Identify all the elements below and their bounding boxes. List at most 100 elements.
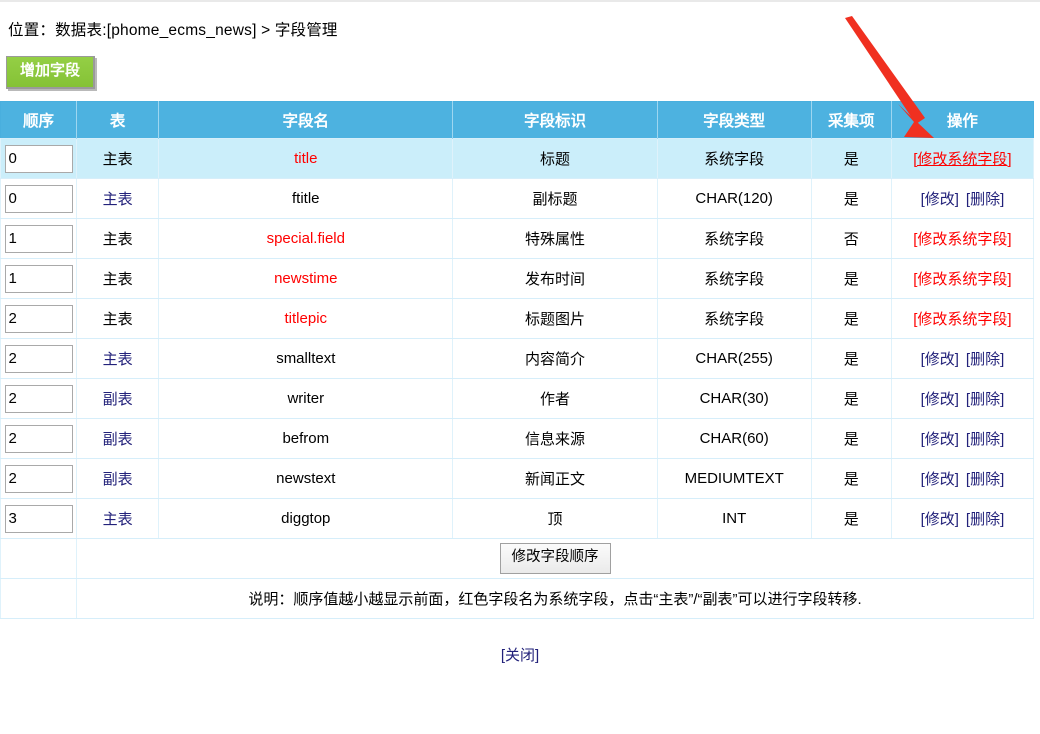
cell-operation: [修改系统字段] xyxy=(890,298,1035,339)
order-button-row: 修改字段顺序 xyxy=(0,538,1034,579)
delete-field-link[interactable]: [删除] xyxy=(966,191,1004,208)
edit-field-link[interactable]: [修改] xyxy=(921,471,959,488)
column-header-operation: 操作 xyxy=(890,101,1034,139)
cell-field-name: writer xyxy=(158,378,454,419)
column-header-field-type: 字段类型 xyxy=(656,101,812,139)
cell-field-type: CHAR(120) xyxy=(656,178,812,219)
table-transfer-link[interactable]: 副表 xyxy=(103,391,133,408)
cell-operation: [修改] [删除] xyxy=(890,458,1035,499)
cell-field-name: befrom xyxy=(158,418,454,459)
add-field-button[interactable]: 增加字段 xyxy=(6,56,96,89)
cell-field-name: titlepic xyxy=(158,298,454,339)
table-name-text: 主表 xyxy=(102,231,133,248)
table-transfer-link[interactable]: 主表 xyxy=(103,511,133,528)
cell-field-type: INT xyxy=(656,498,812,539)
cell-collect: 是 xyxy=(810,298,892,339)
delete-field-link[interactable]: [删除] xyxy=(966,351,1004,368)
field-order-input[interactable] xyxy=(4,184,73,213)
table-transfer-link[interactable]: 主表 xyxy=(103,351,133,368)
field-name: smalltext xyxy=(276,350,336,367)
table-row: 主表 smalltext 内容简介CHAR(255)是 [修改] [删除] xyxy=(0,338,1035,379)
edit-field-link[interactable]: [修改] xyxy=(921,391,959,408)
delete-field-link[interactable]: [删除] xyxy=(966,471,1004,488)
cell-operation: [修改] [删除] xyxy=(890,178,1035,219)
close-link[interactable]: [关闭] xyxy=(501,647,539,664)
cell-table: 主表 xyxy=(76,498,160,539)
field-order-input[interactable] xyxy=(4,344,73,373)
cell-collect: 是 xyxy=(810,178,892,219)
cell-field-type: 系统字段 xyxy=(656,218,812,259)
cell-field-label: 新闻正文 xyxy=(452,458,658,499)
cell-field-label: 标题 xyxy=(452,138,658,179)
column-header-order: 顺序 xyxy=(0,101,78,139)
edit-field-link[interactable]: [修改] xyxy=(921,351,959,368)
delete-field-link[interactable]: [删除] xyxy=(966,391,1004,408)
cell-field-type: MEDIUMTEXT xyxy=(656,458,812,499)
cell-collect: 是 xyxy=(810,378,892,419)
cell-collect: 是 xyxy=(810,258,892,299)
system-field-name: newstime xyxy=(274,270,338,287)
table-transfer-link[interactable]: 副表 xyxy=(103,471,133,488)
table-row: 副表 newstext 新闻正文MEDIUMTEXT是 [修改] [删除] xyxy=(0,458,1035,499)
table-transfer-link[interactable]: 副表 xyxy=(103,431,133,448)
cell-field-label: 副标题 xyxy=(452,178,658,219)
cell-order xyxy=(0,498,78,539)
column-header-field-name: 字段名 xyxy=(158,101,454,139)
field-order-input[interactable] xyxy=(4,304,73,333)
field-name: ftitle xyxy=(292,190,320,207)
delete-field-link[interactable]: [删除] xyxy=(966,511,1004,528)
cell-field-type: CHAR(30) xyxy=(656,378,812,419)
cell-field-name: title xyxy=(158,138,454,179)
cell-collect: 否 xyxy=(810,218,892,259)
modify-field-order-button[interactable]: 修改字段顺序 xyxy=(499,543,611,574)
field-order-input[interactable] xyxy=(4,504,73,533)
cell-order xyxy=(0,378,78,419)
field-name: diggtop xyxy=(281,510,331,527)
cell-field-name: diggtop xyxy=(158,498,454,539)
cell-operation: [修改系统字段] xyxy=(890,258,1035,299)
cell-table: 主表 xyxy=(76,258,160,299)
cell-table: 副表 xyxy=(76,378,160,419)
field-order-input[interactable] xyxy=(4,264,73,293)
field-order-input[interactable] xyxy=(4,424,73,453)
table-transfer-link[interactable]: 主表 xyxy=(103,191,133,208)
cell-table: 主表 xyxy=(76,338,160,379)
cell-table: 主表 xyxy=(76,138,160,179)
cell-field-name: newstime xyxy=(158,258,454,299)
field-order-input[interactable] xyxy=(4,464,73,493)
field-order-input[interactable] xyxy=(4,224,73,253)
cell-field-label: 标题图片 xyxy=(452,298,658,339)
cell-field-label: 发布时间 xyxy=(452,258,658,299)
cell-field-type: 系统字段 xyxy=(656,138,812,179)
edit-field-link[interactable]: [修改] xyxy=(921,431,959,448)
footer-button-cell: 修改字段顺序 xyxy=(76,538,1034,579)
cell-table: 副表 xyxy=(76,458,160,499)
table-row: 副表 writer 作者CHAR(30)是 [修改] [删除] xyxy=(0,378,1035,419)
cell-field-label: 顶 xyxy=(452,498,658,539)
cell-field-type: 系统字段 xyxy=(656,298,812,339)
cell-field-type: 系统字段 xyxy=(656,258,812,299)
field-name: writer xyxy=(287,390,325,407)
edit-system-field-link[interactable]: [修改系统字段] xyxy=(913,311,1011,328)
field-order-input[interactable] xyxy=(4,384,73,413)
note-blank-cell xyxy=(0,578,78,619)
page-root: 位置：数据表:[phome_ecms_news] > 字段管理 增加字段 顺序 … xyxy=(0,0,1040,734)
cell-collect: 是 xyxy=(810,338,892,379)
delete-field-link[interactable]: [删除] xyxy=(966,431,1004,448)
add-field-button-wrap: 增加字段 xyxy=(6,56,96,89)
edit-system-field-link[interactable]: [修改系统字段] xyxy=(913,151,1011,168)
table-name-text: 主表 xyxy=(102,311,133,328)
table-name-text: 主表 xyxy=(102,271,133,288)
cell-operation: [修改] [删除] xyxy=(890,498,1035,539)
system-field-name: titlepic xyxy=(284,310,328,327)
field-order-input[interactable] xyxy=(4,144,73,173)
edit-field-link[interactable]: [修改] xyxy=(921,191,959,208)
edit-system-field-link[interactable]: [修改系统字段] xyxy=(913,271,1011,288)
edit-field-link[interactable]: [修改] xyxy=(921,511,959,528)
close-link-wrap: [关闭] xyxy=(0,644,1040,665)
cell-field-name: smalltext xyxy=(158,338,454,379)
edit-system-field-link[interactable]: [修改系统字段] xyxy=(913,231,1011,248)
cell-field-label: 内容简介 xyxy=(452,338,658,379)
field-management-table: 顺序 表 字段名 字段标识 字段类型 采集项 操作 主表title标题系统字段是… xyxy=(0,101,1035,619)
cell-field-label: 特殊属性 xyxy=(452,218,658,259)
